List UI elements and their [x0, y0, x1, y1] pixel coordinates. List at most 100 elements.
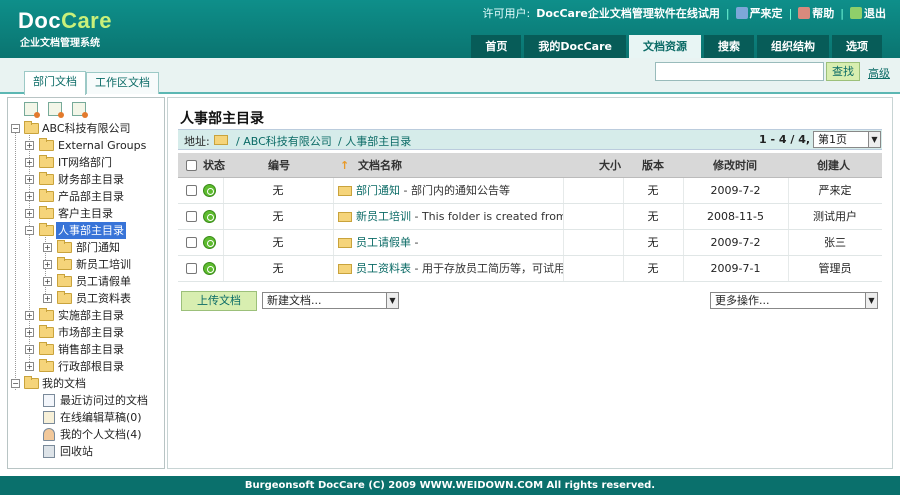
- col-size[interactable]: 大小: [599, 153, 621, 177]
- folder-icon: [39, 206, 54, 219]
- expand-toggle[interactable]: +: [25, 158, 34, 167]
- tab-search[interactable]: 搜索: [704, 35, 754, 58]
- tree-node-label: 市场部主目录: [58, 326, 124, 339]
- tree-node-hr-notices[interactable]: + 部门通知: [8, 239, 164, 256]
- help-link[interactable]: 帮助: [798, 5, 834, 21]
- row-checkbox[interactable]: [186, 237, 197, 248]
- col-creator[interactable]: 创建人: [817, 153, 850, 177]
- tree-node-personal[interactable]: 我的个人文档(4): [8, 426, 164, 443]
- new-folder-icon[interactable]: [24, 102, 40, 118]
- col-status[interactable]: 状态: [203, 153, 225, 177]
- tree-node-recycle[interactable]: 回收站: [8, 443, 164, 460]
- chevron-down-icon: ▼: [868, 132, 880, 147]
- cell-creator: 管理员: [818, 262, 852, 275]
- more-actions-select[interactable]: 更多操作... ▼: [710, 292, 878, 309]
- tab-department-docs[interactable]: 部门文档: [24, 71, 86, 95]
- expand-toggle[interactable]: +: [25, 209, 34, 218]
- folder-icon: [57, 240, 72, 253]
- cell-creator: 测试用户: [813, 210, 857, 223]
- col-name[interactable]: 文档名称: [358, 153, 402, 177]
- tab-workspace-docs[interactable]: 工作区文档: [86, 72, 159, 94]
- row-checkbox[interactable]: [186, 263, 197, 274]
- page-title: 人事部主目录: [180, 111, 264, 127]
- expand-toggle[interactable]: +: [43, 260, 52, 269]
- tree-node-customer[interactable]: + 客户主目录: [8, 205, 164, 222]
- tree-node-hr[interactable]: − 人事部主目录: [8, 222, 164, 239]
- col-modified[interactable]: 修改时间: [713, 153, 757, 177]
- tab-home[interactable]: 首页: [471, 35, 522, 58]
- folder-icon: [214, 135, 228, 145]
- collapse-toggle[interactable]: −: [11, 379, 20, 388]
- tree-node-external-groups[interactable]: + External Groups: [8, 137, 164, 154]
- delete-folder-icon[interactable]: [72, 102, 88, 118]
- expand-toggle[interactable]: +: [25, 328, 34, 337]
- cell-name[interactable]: 部门通知 - 部门内的通知公告等: [333, 178, 563, 203]
- expand-toggle[interactable]: +: [25, 192, 34, 201]
- tree-node-implementation[interactable]: + 实施部主目录: [8, 307, 164, 324]
- folder-icon: [39, 308, 54, 321]
- user-link[interactable]: 严来定: [735, 5, 783, 21]
- my-docs-folder-icon: [24, 376, 39, 389]
- expand-toggle[interactable]: +: [43, 243, 52, 252]
- collapse-toggle[interactable]: −: [25, 226, 34, 235]
- cell-name[interactable]: 新员工培训 - This folder is created from ba: [333, 204, 563, 229]
- expand-toggle[interactable]: +: [25, 175, 34, 184]
- breadcrumb-root[interactable]: / ABC科技有限公司: [236, 133, 332, 149]
- breadcrumb-current[interactable]: / 人事部主目录: [338, 133, 411, 149]
- tree-node-drafts[interactable]: 在线编辑草稿(0): [8, 409, 164, 426]
- status-refresh-icon: [203, 236, 216, 249]
- expand-toggle[interactable]: +: [25, 141, 34, 150]
- tree-node-hr-leave[interactable]: + 员工请假单: [8, 273, 164, 290]
- tree-node-product[interactable]: + 产品部主目录: [8, 188, 164, 205]
- collapse-toggle[interactable]: −: [11, 124, 20, 133]
- tree-node-root[interactable]: − ABC科技有限公司: [8, 120, 164, 137]
- tree-node-my-docs[interactable]: − 我的文档: [8, 375, 164, 392]
- tab-my-doccare[interactable]: 我的DocCare: [524, 35, 626, 58]
- tree-node-marketing[interactable]: + 市场部主目录: [8, 324, 164, 341]
- expand-toggle[interactable]: +: [25, 362, 34, 371]
- upload-button[interactable]: 上传文档: [181, 291, 257, 311]
- cell-name[interactable]: 员工资料表 - 用于存放员工简历等，可试用: [333, 256, 563, 281]
- expand-toggle[interactable]: +: [25, 345, 34, 354]
- main-panel: 人事部主目录 地址: / ABC科技有限公司 / 人事部主目录 1 - 4 / …: [167, 97, 893, 469]
- cell-modified: 2009-7-2: [710, 236, 761, 249]
- tree-node-admin[interactable]: + 行政部根目录: [8, 358, 164, 375]
- tree-node-hr-training[interactable]: + 新员工培训: [8, 256, 164, 273]
- tab-options[interactable]: 选项: [832, 35, 882, 58]
- edit-folder-icon[interactable]: [48, 102, 64, 118]
- row-checkbox[interactable]: [186, 211, 197, 222]
- tree-node-hr-profiles[interactable]: + 员工资料表: [8, 290, 164, 307]
- new-document-select[interactable]: 新建文档... ▼: [262, 292, 399, 309]
- folder-icon: [24, 121, 39, 134]
- logo[interactable]: DocCare: [18, 8, 112, 34]
- help-icon: [798, 7, 811, 19]
- cell-name[interactable]: 员工请假单 -: [333, 230, 563, 255]
- search-button[interactable]: 查找: [826, 62, 860, 81]
- col-version[interactable]: 版本: [642, 153, 664, 177]
- table-row[interactable]: 无 员工请假单 - 无 2009-7-2 张三: [178, 230, 882, 256]
- tab-organization[interactable]: 组织结构: [757, 35, 829, 58]
- logout-link[interactable]: 退出: [850, 5, 886, 21]
- table-row[interactable]: 无 部门通知 - 部门内的通知公告等 无 2009-7-2 严来定: [178, 178, 882, 204]
- expand-toggle[interactable]: +: [25, 311, 34, 320]
- draft-edit-icon: [43, 411, 55, 424]
- logo-subtitle: 企业文档管理系统: [20, 38, 100, 49]
- expand-toggle[interactable]: +: [43, 277, 52, 286]
- table-row[interactable]: 无 员工资料表 - 用于存放员工简历等，可试用 无 2009-7-1 管理员: [178, 256, 882, 282]
- tree-node-recent[interactable]: 最近访问过的文档: [8, 392, 164, 409]
- tree-node-finance[interactable]: + 财务部主目录: [8, 171, 164, 188]
- col-number[interactable]: 编号: [268, 153, 290, 177]
- tree-node-sales[interactable]: + 销售部主目录: [8, 341, 164, 358]
- expand-toggle[interactable]: +: [43, 294, 52, 303]
- tree-node-label: 回收站: [60, 445, 93, 458]
- row-checkbox[interactable]: [186, 185, 197, 196]
- divider: |: [840, 6, 844, 20]
- advanced-search-link[interactable]: 高级: [868, 65, 890, 81]
- select-all-checkbox[interactable]: [186, 160, 197, 171]
- table-row[interactable]: 无 新员工培训 - This folder is created from ba…: [178, 204, 882, 230]
- logout-icon: [850, 7, 862, 19]
- tab-document-resources[interactable]: 文档资源: [629, 35, 701, 58]
- search-input[interactable]: [655, 62, 824, 81]
- page-select[interactable]: 第1页 ▼: [813, 131, 881, 148]
- tree-node-it[interactable]: + IT网络部门: [8, 154, 164, 171]
